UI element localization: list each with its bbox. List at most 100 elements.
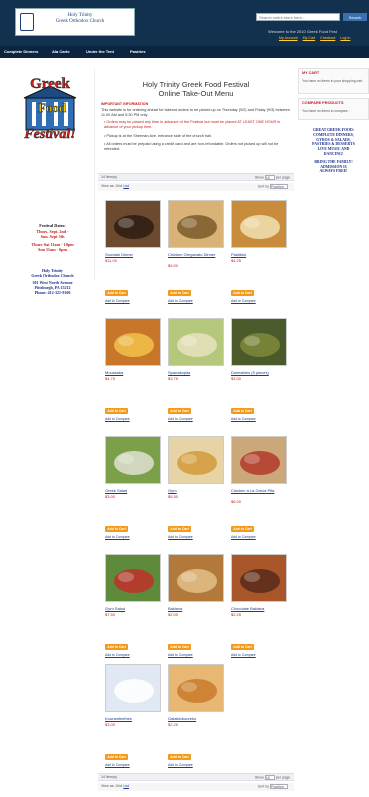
product-name[interactable]: Pastitsio (231, 252, 289, 257)
product-image[interactable] (105, 436, 161, 484)
add-to-cart-button[interactable]: Add to Cart (105, 290, 128, 296)
product-item[interactable]: Greek Salad $3.00 Add to Cart Add to Compar… (105, 436, 163, 546)
product-name[interactable]: Kourambiethes (105, 716, 163, 721)
product-image[interactable] (168, 318, 224, 366)
product-name[interactable]: Chicken Oreganato Dinner (168, 252, 226, 257)
cart-title: MY CART (302, 71, 320, 75)
pickup-bullet: • Pickup is at the Sherman Ave. entrance… (104, 134, 212, 138)
account-links: My Account My Cart Checkout Log In (279, 36, 354, 40)
product-name[interactable]: Gyro (168, 488, 226, 493)
product-name[interactable]: Greek Salad (105, 488, 163, 493)
my-cart-link[interactable]: My Cart (303, 36, 316, 40)
product-image[interactable] (231, 318, 287, 366)
logo-line2: Greek Orthodox Church (55, 19, 105, 24)
my-account-link[interactable]: My Account (279, 36, 298, 40)
product-item[interactable]: Souvlaki Dinner $11.00 Add to Cart Add to C… (105, 200, 163, 310)
sort-select[interactable]: Position (270, 184, 288, 189)
product-name[interactable]: Dolmathes (5 pieces) (231, 370, 289, 375)
product-item[interactable]: Pastitsio $4.25 Add to Cart Add to Compare (231, 200, 289, 310)
add-to-compare-link[interactable]: Add to Compare (168, 417, 193, 421)
nav-pastries[interactable]: Pastries (130, 49, 146, 54)
per-page-select-bottom[interactable]: 15 (264, 775, 275, 780)
add-to-cart-button[interactable]: Add to Cart (105, 644, 128, 650)
product-image[interactable] (168, 200, 224, 248)
product-name[interactable]: Moussaka (105, 370, 163, 375)
sort-select-bottom[interactable]: Position (270, 784, 288, 789)
church-phone: Phone: 412-321-9160 (34, 290, 71, 295)
product-name[interactable]: Gyro Salad (105, 606, 163, 611)
welcome-message: Welcome to the 2010 Greek Food Fest (268, 29, 337, 34)
add-to-cart-button[interactable]: Add to Cart (105, 526, 128, 532)
search-input[interactable] (256, 13, 340, 21)
product-item[interactable]: Gyro $5.50 Add to Cart Add to Compare (168, 436, 226, 546)
add-to-cart-button[interactable]: Add to Cart (105, 754, 128, 760)
product-name[interactable]: Baklava (168, 606, 226, 611)
church-logo[interactable]: Holy Trinity Greek Orthodox Church (15, 8, 135, 36)
intro-text: This website is for ordering ahead for t… (101, 108, 290, 117)
product-image[interactable] (105, 554, 161, 602)
view-list-link-bottom[interactable]: List (123, 784, 129, 788)
product-image[interactable] (231, 200, 287, 248)
product-price: $6.00 (231, 499, 242, 504)
add-to-cart-button[interactable]: Add to Cart (168, 644, 191, 650)
product-price: $2.25 (231, 612, 242, 617)
promo-line: DANCING! (323, 151, 344, 156)
add-to-cart-button[interactable]: Add to Cart (231, 644, 254, 650)
product-item[interactable]: Kourambiethes $3.00 Add to Cart Add to Comp… (105, 664, 163, 774)
product-item[interactable]: Moussaka $4.75 Add to Cart Add to Compare (105, 318, 163, 428)
product-image[interactable] (168, 664, 224, 712)
product-item[interactable]: Spanakopita $3.75 Add to Cart Add to Compar… (168, 318, 226, 428)
add-to-cart-button[interactable]: Add to Cart (168, 290, 191, 296)
view-as-grid: View as: Grid (101, 184, 123, 188)
nav-complete-dinners[interactable]: Complete Dinners (4, 49, 38, 54)
add-to-compare-link[interactable]: Add to Compare (168, 535, 193, 539)
per-page-select[interactable]: 15 (264, 175, 275, 180)
product-image[interactable] (168, 554, 224, 602)
product-name[interactable]: Chocolate Baklava (231, 606, 289, 611)
product-image[interactable] (105, 200, 161, 248)
product-image[interactable] (231, 554, 287, 602)
product-item[interactable]: Dolmathes (5 pieces) $3.00 Add to Cart Add … (231, 318, 289, 428)
add-to-compare-link[interactable]: Add to Compare (231, 653, 256, 657)
important-heading: IMPORTANT INFORMATION (101, 102, 149, 106)
product-image[interactable] (105, 318, 161, 366)
add-to-compare-link[interactable]: Add to Compare (105, 763, 130, 767)
product-image[interactable] (231, 436, 287, 484)
product-item[interactable]: Galaktoboureko $2.25 Add to Cart Add to Com… (168, 664, 226, 774)
product-name[interactable]: Galaktoboureko (168, 716, 226, 721)
product-price: $4.25 (231, 258, 242, 263)
add-to-compare-link[interactable]: Add to Compare (105, 299, 130, 303)
product-name[interactable]: Chicken a La Greca Pita (231, 488, 289, 493)
view-list-link[interactable]: List (123, 184, 129, 188)
add-to-cart-button[interactable]: Add to Cart (168, 754, 191, 760)
nav-under-the-tent[interactable]: Under the Tent (86, 49, 114, 54)
product-image[interactable] (105, 664, 161, 712)
search-button[interactable]: Search (343, 13, 367, 21)
product-item[interactable]: Chicken a La Greca Pita $6.00 Add to Cart A… (231, 436, 289, 546)
product-image[interactable] (168, 436, 224, 484)
nav-ala-carte[interactable]: Ala Carte (52, 49, 70, 54)
add-to-compare-link[interactable]: Add to Compare (231, 535, 256, 539)
add-to-cart-button[interactable]: Add to Cart (105, 408, 128, 414)
add-to-compare-link[interactable]: Add to Compare (231, 417, 256, 421)
add-to-compare-link[interactable]: Add to Compare (105, 417, 130, 421)
add-to-cart-button[interactable]: Add to Cart (168, 526, 191, 532)
product-item[interactable]: Gyro Salad $7.50 Add to Cart Add to Compare (105, 554, 163, 664)
login-link[interactable]: Log In (340, 36, 350, 40)
add-to-cart-button[interactable]: Add to Cart (168, 408, 191, 414)
add-to-compare-link[interactable]: Add to Compare (231, 299, 256, 303)
product-name[interactable]: Spanakopita (168, 370, 226, 375)
add-to-cart-button[interactable]: Add to Cart (231, 408, 254, 414)
add-to-compare-link[interactable]: Add to Compare (105, 535, 130, 539)
add-to-compare-link[interactable]: Add to Compare (168, 299, 193, 303)
add-to-compare-link[interactable]: Add to Compare (168, 653, 193, 657)
add-to-cart-button[interactable]: Add to Cart (231, 526, 254, 532)
add-to-compare-link[interactable]: Add to Compare (105, 653, 130, 657)
product-item[interactable]: Chicken Oreganato Dinner $9.00 Add to Cart… (168, 200, 226, 310)
add-to-compare-link[interactable]: Add to Compare (168, 763, 193, 767)
product-name[interactable]: Souvlaki Dinner (105, 252, 163, 257)
checkout-link[interactable]: Checkout (320, 36, 335, 40)
product-item[interactable]: Chocolate Baklava $2.25 Add to Cart Add to … (231, 554, 289, 664)
product-item[interactable]: Baklava $2.00 Add to Cart Add to Compare (168, 554, 226, 664)
add-to-cart-button[interactable]: Add to Cart (231, 290, 254, 296)
